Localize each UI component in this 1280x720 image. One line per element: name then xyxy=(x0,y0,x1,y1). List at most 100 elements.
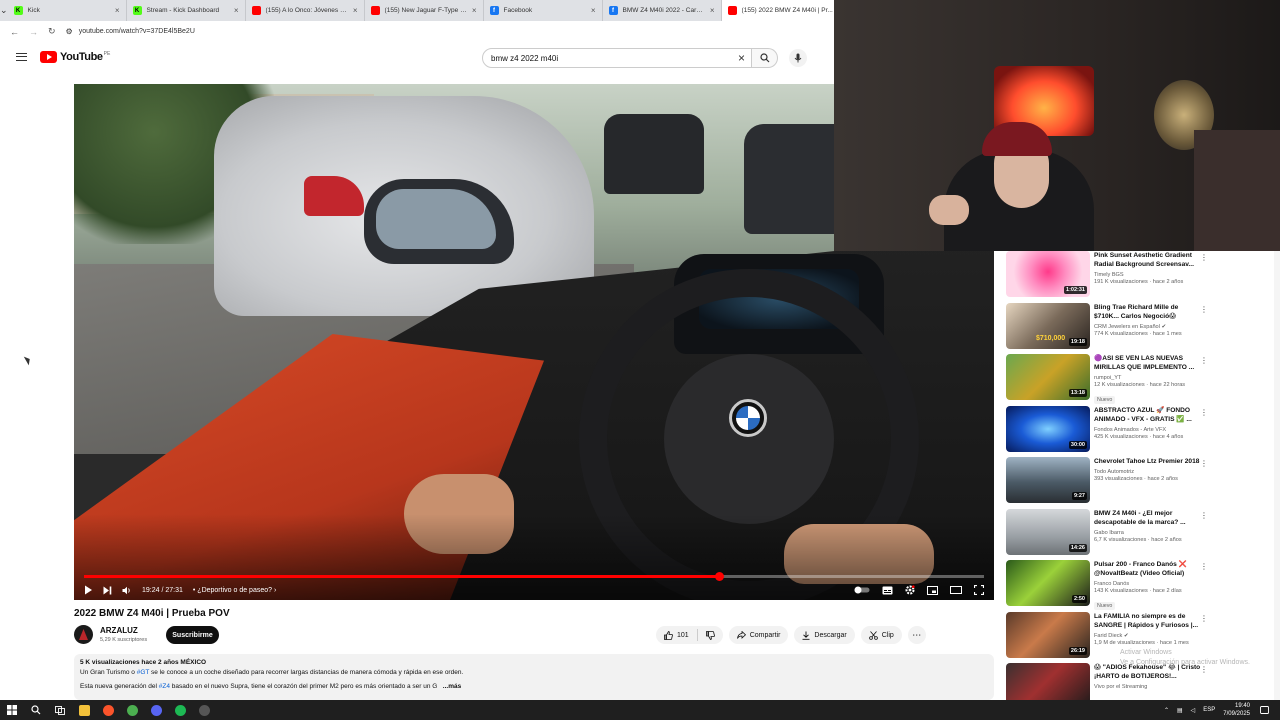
clear-search-icon[interactable]: × xyxy=(738,51,745,65)
video-thumbnail[interactable]: 13:18 xyxy=(1006,354,1090,400)
reload-icon[interactable]: ↻ xyxy=(48,26,56,37)
obs-icon[interactable] xyxy=(192,700,216,720)
show-more-button[interactable]: ...más xyxy=(443,683,461,690)
video-thumbnail[interactable]: 26:19 xyxy=(1006,611,1090,658)
menu-icon[interactable] xyxy=(16,53,27,61)
recommendations-scrollbar[interactable] xyxy=(1274,251,1280,700)
close-tab-icon[interactable]: × xyxy=(710,6,715,15)
chapter-title[interactable]: • ¿Deportivo o de paseo? › xyxy=(193,587,276,594)
task-view-icon[interactable] xyxy=(48,700,72,720)
hashtag-link[interactable]: #GT xyxy=(137,669,150,676)
video-thumbnail[interactable] xyxy=(1006,663,1090,700)
browser-tab[interactable]: K Stream - Kick Dashboard × xyxy=(127,0,246,21)
browser-tab[interactable]: f Facebook × xyxy=(484,0,603,21)
dislike-button[interactable] xyxy=(698,626,723,644)
recommended-video-title[interactable]: La FAMILIA no siempre es de SANGRE | Ráp… xyxy=(1094,612,1204,630)
miniplayer-icon[interactable] xyxy=(927,585,938,595)
windows-start-icon[interactable] xyxy=(0,700,24,720)
video-description[interactable]: 5 K visualizaciones hace 2 años MÉXICO U… xyxy=(74,654,994,700)
youtube-logo[interactable]: YouTube PE xyxy=(40,51,110,63)
site-info-icon[interactable]: ⚙ xyxy=(66,27,73,36)
brave-icon[interactable] xyxy=(96,700,120,720)
clip-button[interactable]: Clip xyxy=(860,626,902,644)
recommended-video[interactable]: 1:02:31 Pink Sunset Aesthetic Gradient Ra… xyxy=(1006,251,1280,302)
video-thumbnail[interactable]: 1:02:31 xyxy=(1006,251,1090,297)
fullscreen-icon[interactable] xyxy=(974,585,984,595)
recommended-channel[interactable]: Franco Danós xyxy=(1094,581,1204,587)
recommended-video[interactable]: 2:50 Pulsar 200 - Franco Danós ❌ @NovaltB… xyxy=(1006,560,1280,611)
recommended-video-title[interactable]: BMW Z4 M40i - ¿El mejor descapotable de … xyxy=(1094,509,1204,527)
volume-tray-icon[interactable]: ◁ xyxy=(1191,707,1196,714)
video-thumbnail[interactable]: $710,000 19:18 xyxy=(1006,302,1090,349)
close-tab-icon[interactable]: × xyxy=(591,6,596,15)
recommended-channel[interactable]: Todo Automotriz xyxy=(1094,469,1204,475)
search-button[interactable] xyxy=(752,48,778,68)
back-icon[interactable]: ← xyxy=(10,27,19,37)
url-field[interactable]: ⚙ youtube.com/watch?v=37DE4l5Be2U xyxy=(66,27,195,36)
close-tab-icon[interactable]: × xyxy=(472,6,477,15)
recommended-channel[interactable]: Gabo Ibarra xyxy=(1094,530,1204,536)
more-vertical-icon[interactable]: ⋮ xyxy=(1200,511,1208,520)
browser-tab[interactable]: (155) 2022 BMW Z4 M40i | Pr... xyxy=(721,0,841,21)
file-explorer-icon[interactable] xyxy=(72,700,96,720)
more-actions-button[interactable]: ⋯ xyxy=(907,626,926,644)
download-button[interactable]: Descargar xyxy=(794,626,855,644)
recommended-video[interactable]: 13:18 🟣ASI SE VEN LAS NUEVAS MIRILLAS QUE… xyxy=(1006,354,1280,405)
tab-search-icon[interactable]: ⌄ xyxy=(0,0,8,21)
recommended-channel[interactable]: rumpoi_YT xyxy=(1094,375,1204,381)
recommended-video[interactable]: 30:00 ABSTRACTO AZUL 🚀 FONDO ANIMADO - VF… xyxy=(1006,405,1280,457)
hashtag-link[interactable]: #Z4 xyxy=(159,683,170,690)
tray-chevron-up-icon[interactable]: ⌃ xyxy=(1164,707,1169,714)
recommended-video-title[interactable]: ABSTRACTO AZUL 🚀 FONDO ANIMADO - VFX - G… xyxy=(1094,406,1204,424)
volume-icon[interactable] xyxy=(122,586,132,595)
close-tab-icon[interactable]: × xyxy=(234,6,239,15)
recommended-video[interactable]: 9:27 Chevrolet Tahoe Ltz Premier 2018 Todo… xyxy=(1006,457,1280,508)
chrome-icon[interactable] xyxy=(120,700,144,720)
channel-name[interactable]: ARZALUZ xyxy=(100,626,138,635)
more-vertical-icon[interactable]: ⋮ xyxy=(1200,614,1208,623)
recommended-video-title[interactable]: Pulsar 200 - Franco Danós ❌ @NovaltBeatz… xyxy=(1094,560,1204,578)
progress-bar[interactable] xyxy=(84,572,984,581)
browser-tab[interactable]: (155) New Jaguar F-Type R (F... × xyxy=(365,0,484,21)
autoplay-toggle[interactable] xyxy=(854,586,870,594)
channel-avatar[interactable] xyxy=(74,625,93,644)
recommended-video[interactable]: 😱 "ADIOS Fekahouse" 😂 | Cristo ¡HARTO de… xyxy=(1006,663,1280,700)
spotify-icon[interactable] xyxy=(168,700,192,720)
search-input[interactable]: bmw z4 2022 m40i × xyxy=(482,48,752,68)
subscribe-button[interactable]: Suscribirme xyxy=(166,626,219,644)
more-vertical-icon[interactable]: ⋮ xyxy=(1200,305,1208,314)
forward-icon[interactable]: → xyxy=(29,27,38,37)
recommended-video[interactable]: 14:26 BMW Z4 M40i - ¿El mejor descapotabl… xyxy=(1006,508,1280,560)
theater-mode-icon[interactable] xyxy=(950,586,962,594)
search-query[interactable]: bmw z4 2022 m40i xyxy=(491,54,558,63)
more-vertical-icon[interactable]: ⋮ xyxy=(1200,253,1208,262)
recommended-video[interactable]: $710,000 19:18 Bling Trae Richard Mille de… xyxy=(1006,302,1280,354)
video-thumbnail[interactable]: 14:26 xyxy=(1006,508,1090,555)
settings-icon[interactable] xyxy=(905,585,915,595)
more-vertical-icon[interactable]: ⋮ xyxy=(1200,562,1208,571)
play-icon[interactable] xyxy=(84,585,93,595)
discord-icon[interactable] xyxy=(144,700,168,720)
recommended-video-title[interactable]: Pink Sunset Aesthetic Gradient Radial Ba… xyxy=(1094,251,1204,269)
recommended-channel[interactable]: Farid Dieck ✔ xyxy=(1094,633,1204,639)
video-thumbnail[interactable]: 2:50 xyxy=(1006,560,1090,606)
video-thumbnail[interactable]: 30:00 xyxy=(1006,405,1090,452)
notifications-icon[interactable] xyxy=(1252,700,1276,720)
recommended-video-title[interactable]: Bling Trae Richard Mille de $710K... Car… xyxy=(1094,303,1204,321)
browser-tab[interactable]: (155) A lo Onco: Jóvenes causa... × xyxy=(246,0,365,21)
video-thumbnail[interactable]: 9:27 xyxy=(1006,457,1090,503)
system-clock[interactable]: 19:40 7/09/2025 xyxy=(1223,702,1250,718)
recommended-channel[interactable]: CRM Jewelers en Español ✔ xyxy=(1094,324,1204,330)
subtitles-icon[interactable] xyxy=(882,586,893,595)
recommended-channel[interactable]: Vivo por el Streaming xyxy=(1094,684,1204,690)
recommended-channel[interactable]: Fondos Animados - Arte VFX xyxy=(1094,427,1204,433)
like-button[interactable]: 101 xyxy=(656,626,697,644)
recommended-video-title[interactable]: Chevrolet Tahoe Ltz Premier 2018 xyxy=(1094,457,1204,466)
browser-tab[interactable]: f BMW Z4 M40i 2022 - Cars & Tr... × xyxy=(603,0,722,21)
close-tab-icon[interactable]: × xyxy=(115,6,120,15)
url-text[interactable]: youtube.com/watch?v=37DE4l5Be2U xyxy=(79,28,195,35)
close-tab-icon[interactable]: × xyxy=(353,6,358,15)
network-icon[interactable]: ▤ xyxy=(1177,707,1183,714)
browser-tab[interactable]: K Kick × xyxy=(8,0,127,21)
more-vertical-icon[interactable]: ⋮ xyxy=(1200,356,1208,365)
